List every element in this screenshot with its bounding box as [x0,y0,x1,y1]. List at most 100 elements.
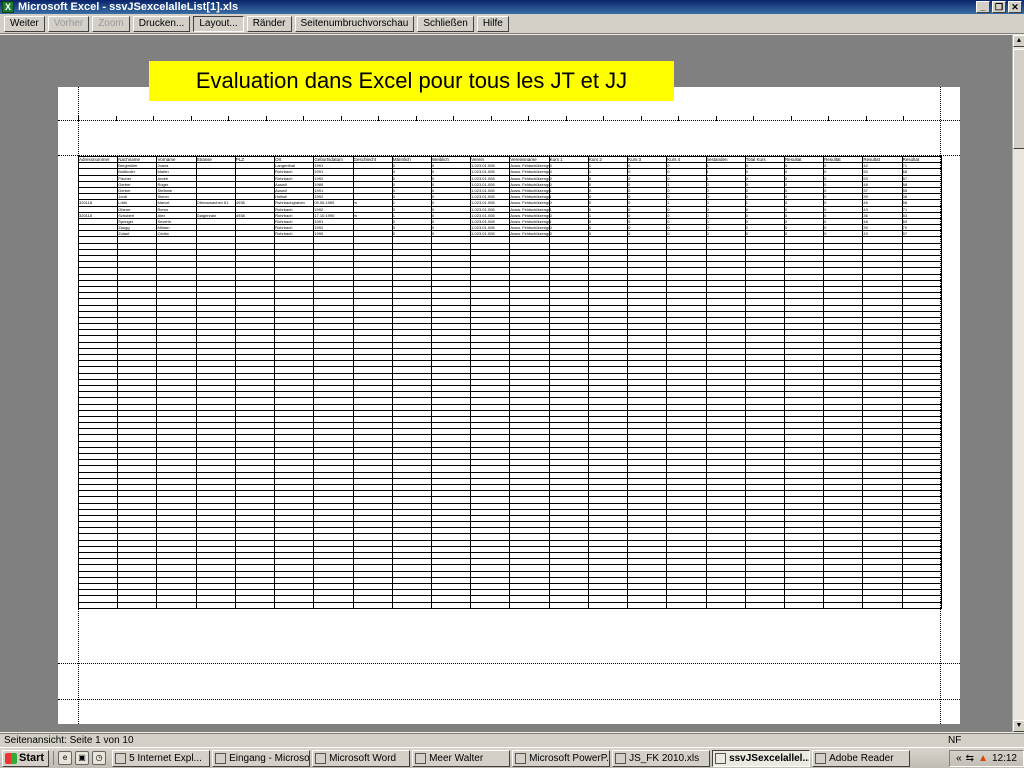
column-handle[interactable] [303,116,304,121]
table-cell [470,601,511,609]
table-cell: Ausw. Feldschützengesellschaft [509,162,550,170]
margins-button[interactable]: Ränder [246,15,292,32]
column-handle[interactable] [190,116,192,121]
desktop-quicklaunch-icon[interactable]: ▣ [75,751,90,765]
taskbar-button[interactable]: ssvJSexcelallel... [712,749,811,767]
minimize-button[interactable]: _ [976,1,990,13]
column-handle[interactable] [865,116,867,121]
scroll-up-arrow-icon[interactable]: ▲ [1013,35,1024,47]
table-cell [548,601,589,609]
taskbar-button[interactable]: Eingang - Microso... [212,749,311,767]
taskbar-button[interactable]: 5 Internet Expl... [112,749,211,767]
excel-icon [715,752,727,764]
column-handle[interactable] [528,116,529,121]
column-handle[interactable] [78,116,79,121]
close-preview-button[interactable]: Schließen [417,15,474,32]
table-cell [195,601,236,609]
column-handle[interactable] [753,116,754,121]
taskbar-button[interactable]: Adobe Reader [812,749,911,767]
network-icon[interactable]: ⇆ [966,753,974,764]
header-margin-line[interactable] [58,120,960,121]
table-cell: Ausw. Feldschützengesellschaft [509,174,550,182]
taskbar-button-label: Meer Walter [429,752,484,764]
taskbar-button-label: JS_FK 2010.xls [629,752,700,764]
tray-expand-icon[interactable]: « [956,753,962,764]
table-cell: Ausw. Feldschützengesellschaft [509,217,550,226]
vertical-scrollbar[interactable]: ▲ ▼ [1012,35,1024,732]
taskbar-button-label: Microsoft PowerP... [529,752,611,764]
column-handle[interactable] [265,116,267,121]
footer-margin-line[interactable] [58,699,960,700]
help-button[interactable]: Hilfe [476,15,509,32]
table-cell: Ausw. Feldschützengesellschaft [509,168,550,176]
taskbar-button[interactable]: Microsoft PowerP... [512,749,611,767]
column-handle[interactable] [565,116,567,121]
taskbar: Start e ▣ ◷ 5 Internet Expl... Eingang - … [0,747,1024,768]
table-cell [391,601,432,609]
column-handle[interactable] [115,116,117,121]
outlook-icon [215,752,227,764]
windows-logo-icon [5,752,17,764]
status-text: Seitenansicht: Seite 1 von 10 [4,735,134,746]
excel-icon [615,752,627,764]
close-button[interactable]: ✕ [1008,1,1022,13]
scroll-thumb[interactable] [1013,49,1024,149]
layout-button[interactable]: Layout... [193,15,244,32]
table-cell [117,601,158,609]
table-cell [430,601,472,609]
preview-area[interactable]: Adressnummer Nachname Vorname Strasse PLZ Ort… [0,35,1012,732]
table-cell [783,601,825,609]
column-handle[interactable] [490,116,492,121]
clock: 12:12 [991,752,1017,764]
status-bar: Seitenansicht: Seite 1 von 10 NF [0,733,1024,747]
table-cell: Ausw. Feldschützengesellschaft [509,211,550,219]
table-cell: Ausw. Feldschützengesellschaft [509,199,550,207]
column-handle[interactable] [378,116,379,121]
zoom-button[interactable]: Zoom [92,15,130,32]
spreadsheet-table: Adressnummer Nachname Vorname Strasse PLZ Ort… [77,155,943,609]
taskbar-button[interactable]: Meer Walter [412,749,511,767]
pdf-icon [815,752,827,764]
column-handle[interactable] [415,116,417,121]
previous-button[interactable]: Vorher [47,15,90,32]
task-list: 5 Internet Expl... Eingang - Microso... Mi… [112,749,911,767]
column-handle[interactable] [828,116,829,121]
table-row [77,601,943,609]
window-title: Microsoft Excel - ssvJSexcelalleList[1].… [18,1,239,13]
table-cell: Ausw. Feldschützengesellschaft [509,193,550,201]
warning-icon[interactable]: ▲ [978,753,988,764]
column-handle[interactable] [228,116,229,121]
quick-launch: e ▣ ◷ [53,751,110,765]
table-cell: Ausw. Feldschützengesellschaft [509,205,550,213]
page-break-preview-button[interactable]: Seitenumbruchvorschau [294,15,415,32]
table-cell [156,601,197,609]
ie-quicklaunch-icon[interactable]: e [58,751,73,765]
column-handle[interactable] [603,116,604,121]
table-cell [666,601,707,609]
preview-page[interactable]: Adressnummer Nachname Vorname Strasse PLZ Ort… [58,87,960,724]
overlay-banner: Evaluation dans Excel pour tous les JT e… [149,61,674,101]
column-handle[interactable] [678,116,679,121]
scroll-down-arrow-icon[interactable]: ▼ [1013,720,1024,732]
outlook-quicklaunch-icon[interactable]: ◷ [92,751,107,765]
column-handle[interactable] [340,116,342,121]
taskbar-button[interactable]: Microsoft Word [312,749,411,767]
table-cell [77,601,119,609]
next-button[interactable]: Weiter [4,15,45,32]
start-label: Start [19,751,45,764]
restore-button[interactable]: ❐ [992,1,1006,13]
start-button[interactable]: Start [2,749,50,767]
column-handle[interactable] [715,116,717,121]
table-cell: Ausw. Feldschützengesellschaft [509,230,550,238]
print-button[interactable]: Drucken... [132,15,191,32]
column-handle[interactable] [453,116,454,121]
table-cell [587,601,629,609]
column-handle[interactable] [153,116,154,121]
taskbar-button[interactable]: JS_FK 2010.xls [612,749,711,767]
word-icon [315,752,327,764]
column-handle[interactable] [903,116,904,121]
column-handle[interactable] [640,116,642,121]
column-handle[interactable] [790,116,792,121]
bottom-margin-line[interactable] [58,663,960,664]
window-controls: _ ❐ ✕ [976,1,1022,13]
